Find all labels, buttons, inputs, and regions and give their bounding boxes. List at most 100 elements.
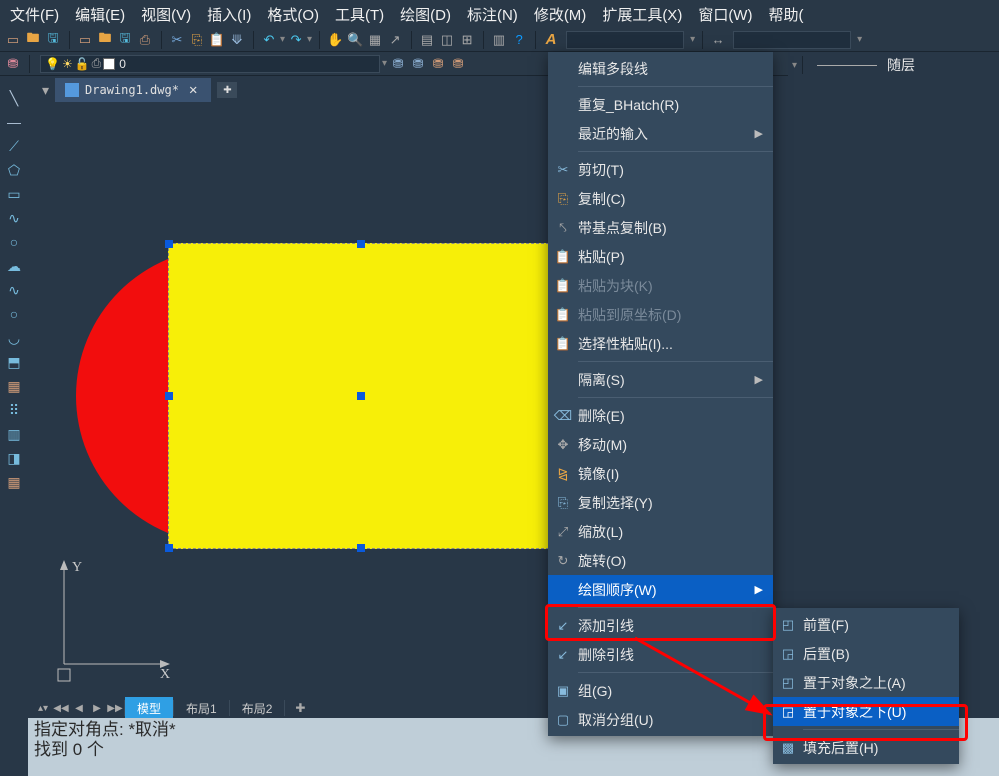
scroll-prev[interactable]: ◀ [70,699,88,717]
ctx-paste-sel[interactable]: 📋选择性粘贴(I)... [548,329,773,358]
tab-close-icon[interactable]: ✕ [185,82,201,98]
tab-list-caret[interactable]: ▾ [36,82,55,99]
spline2-icon[interactable]: ∿ [4,280,24,300]
ctx-group[interactable]: ▣组(G) [548,676,773,705]
ctx-repeat[interactable]: 重复_BHatch(R) [548,90,773,119]
tab-drawing1[interactable]: Drawing1.dwg* ✕ [55,78,211,102]
sub-below[interactable]: ◲置于对象之下(U) [773,697,959,726]
scroll-next[interactable]: ▶ [88,699,106,717]
line-icon[interactable]: ╲ [4,88,24,108]
sub-above[interactable]: ◰置于对象之上(A) [773,668,959,697]
list-icon[interactable]: ▥ [490,31,508,49]
layerwalk-icon[interactable]: ⛃ [429,55,447,73]
pan-icon[interactable]: ✋ [326,31,344,49]
polygon-icon[interactable]: ⬠ [4,160,24,180]
sub-back[interactable]: ◲后置(B) [773,639,959,668]
redo-icon[interactable]: ↷ [287,31,305,49]
ctx-paste[interactable]: 📋粘贴(P) [548,242,773,271]
copy-icon[interactable]: ⎘ [188,31,206,49]
menu-view[interactable]: 视图(V) [133,0,199,29]
point-icon[interactable]: ⠿ [4,400,24,420]
redo-dropdown[interactable]: ▾ [307,34,312,45]
folder-icon[interactable]: 🖿 [24,31,42,49]
menu-window[interactable]: 窗口(W) [690,0,760,29]
scroll-updown[interactable]: ▴▾ [34,699,52,717]
text-icon[interactable]: A [542,31,560,49]
layerprev-icon[interactable]: ⛃ [389,55,407,73]
zoom-icon[interactable]: 🔍 [346,31,364,49]
layout-model[interactable]: 模型 [125,697,173,719]
save-icon[interactable]: 🖫 [44,31,62,49]
ctx-scale[interactable]: ⤢缩放(L) [548,517,773,546]
block-make-icon[interactable]: ▦ [4,376,24,396]
dim-icon[interactable]: ↔ [709,31,727,49]
earc-icon[interactable]: ◡ [4,328,24,348]
scroll-last[interactable]: ▶▶ [106,699,124,717]
menu-insert[interactable]: 插入(I) [199,0,259,29]
block-icon[interactable]: ◫ [438,31,456,49]
menu-ext[interactable]: 扩展工具(X) [594,0,690,29]
ctx-cut[interactable]: ✂剪切(T) [548,155,773,184]
dimstyle-caret[interactable]: ▾ [857,34,862,45]
layout-add-button[interactable]: ✚ [285,699,315,717]
ctx-copy[interactable]: ⎘复制(C) [548,184,773,213]
textstyle-caret[interactable]: ▾ [690,34,695,45]
ctx-move[interactable]: ✥移动(M) [548,430,773,459]
ctx-copy-base[interactable]: ⤣带基点复制(B) [548,213,773,242]
undo-dropdown[interactable]: ▾ [280,34,285,45]
ctx-ungroup[interactable]: ▢取消分组(U) [548,705,773,734]
zoom-win-icon[interactable]: ↗ [386,31,404,49]
table-icon[interactable]: ▦ [4,472,24,492]
new-icon[interactable]: ▭ [4,31,22,49]
scroll-first[interactable]: ◀◀ [52,699,70,717]
layout-1[interactable]: 布局1 [174,697,229,719]
layermgr-icon[interactable]: ⛃ [4,55,22,73]
menu-file[interactable]: 文件(F) [2,0,67,29]
ctx-addleader[interactable]: ↙添加引线 [548,611,773,640]
ctx-delleader[interactable]: ↙删除引线 [548,640,773,669]
folder2-icon[interactable]: 🖿 [96,31,114,49]
print-icon[interactable]: ⎙ [136,31,154,49]
sub-front[interactable]: ◰前置(F) [773,610,959,639]
gradient-icon[interactable]: ◨ [4,448,24,468]
dimstyle-dropdown[interactable] [733,31,851,49]
layout-2[interactable]: 布局2 [230,697,285,719]
rect-icon[interactable]: ▭ [4,184,24,204]
sub-hatchback[interactable]: ▩填充后置(H) [773,733,959,762]
paste-icon[interactable]: 📋 [208,31,226,49]
hatch-icon[interactable]: ▥ [4,424,24,444]
menu-tools[interactable]: 工具(T) [327,0,392,29]
cut-icon[interactable]: ✂ [168,31,186,49]
ctx-recent[interactable]: 最近的输入▶ [548,119,773,148]
xline-icon[interactable]: — [4,112,24,132]
menu-edit[interactable]: 编辑(E) [67,0,133,29]
help-icon[interactable]: ? [510,31,528,49]
shape-yellow-rect[interactable] [168,243,554,549]
ctx-delete[interactable]: ⌫删除(E) [548,401,773,430]
match-icon[interactable]: ⟱ [228,31,246,49]
menu-dimension[interactable]: 标注(N) [459,0,526,29]
menu-modify[interactable]: 修改(M) [526,0,595,29]
menu-help[interactable]: 帮助( [760,0,811,29]
ctx-edit-pline[interactable]: 编辑多段线 [548,54,773,83]
zoom-ext-icon[interactable]: ▦ [366,31,384,49]
calc-icon[interactable]: ⊞ [458,31,476,49]
prop-icon[interactable]: ▤ [418,31,436,49]
ctx-copy-sel[interactable]: ⎘复制选择(Y) [548,488,773,517]
circle-icon[interactable]: ○ [4,232,24,252]
ctx-isolate[interactable]: 隔离(S)▶ [548,365,773,394]
menu-draw[interactable]: 绘图(D) [392,0,459,29]
ellipse-icon[interactable]: ○ [4,304,24,324]
spline-icon[interactable]: ∿ [4,208,24,228]
ctx-mirror[interactable]: ⧎镜像(I) [548,459,773,488]
new2-icon[interactable]: ▭ [76,31,94,49]
ctx-draworder[interactable]: 绘图顺序(W)▶ [548,575,773,604]
layernext-icon[interactable]: ⛃ [409,55,427,73]
save2-icon[interactable]: 🖫 [116,31,134,49]
block-insert-icon[interactable]: ⬒ [4,352,24,372]
tab-new-button[interactable]: ✚ [217,82,237,98]
arc-icon[interactable]: ⟋ [4,136,24,156]
layer-caret[interactable]: ▾ [382,58,387,69]
cloud-icon[interactable]: ☁ [4,256,24,276]
ctx-rotate[interactable]: ↻旋转(O) [548,546,773,575]
